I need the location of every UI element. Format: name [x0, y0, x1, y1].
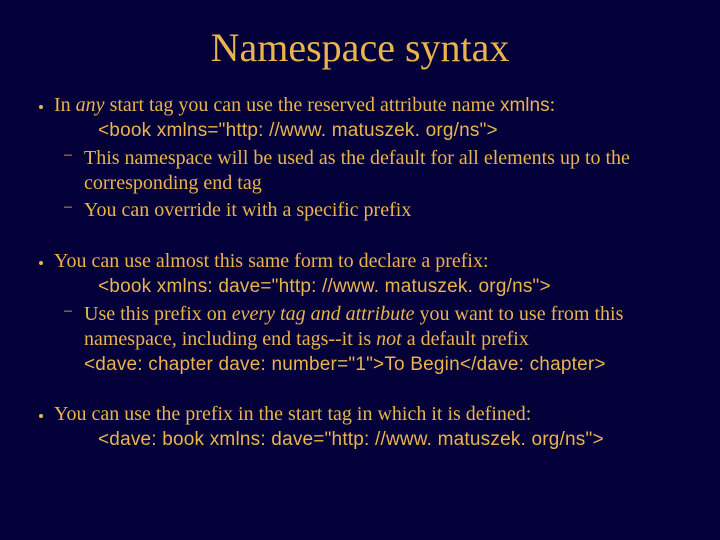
bullet-1-text: In any start tag you can use the reserve… — [54, 94, 555, 116]
slide: Namespace syntax In any start tag you ca… — [0, 0, 720, 540]
bullet-1-code: <book xmlns="http: //www. matuszek. org/… — [98, 120, 692, 142]
bullet-2-code-1: <book xmlns: dave="http: //www. matuszek… — [98, 276, 692, 298]
bullet-1-sublist: This namespace will be used as the defau… — [54, 146, 692, 223]
slide-title: Namespace syntax — [28, 24, 692, 71]
bullet-1: In any start tag you can use the reserve… — [54, 93, 692, 223]
bullet-1-sub-1: This namespace will be used as the defau… — [84, 146, 692, 196]
bullet-2-sub-1: Use this prefix on every tag and attribu… — [84, 302, 692, 376]
bullet-2-sublist: Use this prefix on every tag and attribu… — [54, 302, 692, 376]
bullet-list: In any start tag you can use the reserve… — [28, 93, 692, 451]
bullet-3-code: <dave: book xmlns: dave="http: //www. ma… — [98, 429, 692, 451]
bullet-2: You can use almost this same form to dec… — [54, 249, 692, 376]
bullet-2-text: You can use almost this same form to dec… — [54, 250, 489, 272]
bullet-2-code-2: <dave: chapter dave: number="1">To Begin… — [84, 354, 692, 376]
bullet-3-text: You can use the prefix in the start tag … — [54, 403, 531, 425]
bullet-3: You can use the prefix in the start tag … — [54, 402, 692, 451]
bullet-1-sub-2: You can override it with a specific pref… — [84, 198, 692, 223]
